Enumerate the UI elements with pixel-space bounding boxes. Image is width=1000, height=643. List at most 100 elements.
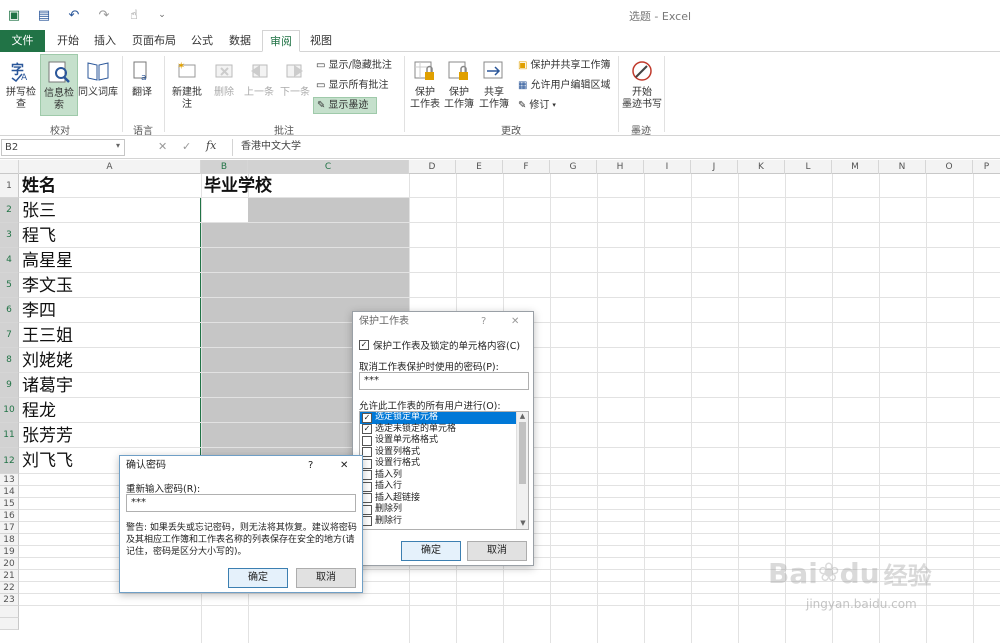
allow-edit-ranges-button[interactable]: ▦ 允许用户编辑区域 — [518, 77, 618, 94]
row-header[interactable]: 18 — [0, 534, 19, 546]
scroll-thumb[interactable] — [519, 422, 526, 484]
permission-option[interactable]: ✓ 选定未锁定的单元格 — [360, 424, 516, 436]
permission-option[interactable]: 插入超链接 — [360, 493, 516, 505]
row-header[interactable]: 9 — [0, 373, 19, 398]
row-header[interactable]: 13 — [0, 474, 19, 486]
checkbox-unchecked-icon[interactable] — [362, 470, 372, 481]
next-comment-button[interactable]: 下一条 — [278, 54, 312, 114]
row-header[interactable]: 10 — [0, 398, 19, 423]
row-header[interactable]: 12 — [0, 448, 19, 474]
track-changes-button[interactable]: ✎ 修订 ▾ — [518, 97, 578, 114]
row-header[interactable] — [0, 606, 19, 618]
col-header-f[interactable]: F — [503, 160, 550, 174]
ok-button[interactable]: 确定 — [401, 541, 461, 561]
research-button[interactable]: 信息检索 — [40, 54, 78, 116]
col-header-d[interactable]: D — [409, 160, 456, 174]
checkbox-unchecked-icon[interactable] — [362, 516, 372, 527]
tab-data[interactable]: 数据 — [224, 30, 256, 52]
row-header[interactable]: 7 — [0, 323, 19, 348]
protect-share-button[interactable]: ▣ 保护并共享工作簿 — [518, 57, 618, 74]
col-header-o[interactable]: O — [926, 160, 973, 174]
row-header[interactable]: 14 — [0, 486, 19, 498]
list-scrollbar[interactable]: ▲ ▼ — [516, 412, 528, 529]
password-input[interactable]: *** — [359, 372, 529, 390]
row-header[interactable]: 8 — [0, 348, 19, 373]
tab-page-layout[interactable]: 页面布局 — [128, 30, 180, 52]
col-header-k[interactable]: K — [738, 160, 785, 174]
cell-a6[interactable]: 李四 — [19, 299, 56, 323]
protect-contents-checkbox[interactable]: ✓ 保护工作表及锁定的单元格内容(C) — [359, 338, 531, 352]
close-icon[interactable]: ✕ — [511, 312, 519, 332]
cancel-button[interactable]: 取消 — [296, 568, 356, 588]
select-all-corner[interactable] — [0, 160, 19, 174]
protect-sheet-button[interactable]: 保护 工作表 — [408, 54, 442, 114]
undo-icon[interactable]: ↶ — [64, 5, 84, 25]
translate-button[interactable]: a 翻译 — [126, 54, 158, 114]
tab-view[interactable]: 视图 — [305, 30, 337, 52]
col-header-a[interactable]: A — [19, 160, 201, 174]
row-header[interactable]: 22 — [0, 582, 19, 594]
permission-option[interactable]: ✓ 选定锁定单元格 — [360, 412, 516, 424]
tab-file[interactable]: 文件 — [0, 30, 45, 52]
row-header[interactable]: 21 — [0, 570, 19, 582]
row-header[interactable]: 6 — [0, 298, 19, 323]
help-icon[interactable]: ? — [481, 312, 486, 332]
formula-input[interactable]: 香港中文大学 — [232, 139, 998, 156]
checkbox-unchecked-icon[interactable] — [362, 435, 372, 446]
col-header-c[interactable]: C — [248, 160, 409, 174]
delete-comment-button[interactable]: 删除 — [208, 54, 240, 114]
col-header-l[interactable]: L — [785, 160, 832, 174]
row-header[interactable]: 19 — [0, 546, 19, 558]
row-header[interactable]: 3 — [0, 223, 19, 248]
col-header-b[interactable]: B — [201, 160, 248, 174]
row-header[interactable]: 5 — [0, 273, 19, 298]
col-header-n[interactable]: N — [879, 160, 926, 174]
permission-option[interactable]: 删除行 — [360, 516, 516, 528]
redo-icon[interactable]: ↷ — [94, 5, 114, 25]
row-header[interactable]: 17 — [0, 522, 19, 534]
checkbox-unchecked-icon[interactable] — [362, 504, 372, 515]
permission-option[interactable]: 设置单元格格式 — [360, 435, 516, 447]
scroll-down-icon[interactable]: ▼ — [517, 519, 528, 529]
prev-comment-button[interactable]: 上一条 — [242, 54, 276, 114]
insert-function-icon[interactable]: fx — [206, 139, 216, 152]
help-icon[interactable]: ? — [308, 456, 313, 476]
permission-option[interactable]: 删除列 — [360, 504, 516, 516]
spelling-button[interactable]: 字A 拼写检查 — [2, 54, 40, 114]
row-header[interactable]: 2 — [0, 198, 19, 223]
show-all-comments-button[interactable]: ▭ 显示所有批注 — [316, 77, 406, 94]
scroll-up-icon[interactable]: ▲ — [517, 412, 528, 422]
row-header[interactable]: 1 — [0, 174, 19, 198]
checkbox-unchecked-icon[interactable] — [362, 493, 372, 504]
checkbox-unchecked-icon[interactable] — [362, 447, 372, 458]
tab-review[interactable]: 审阅 — [262, 30, 300, 52]
col-header-p[interactable]: P — [973, 160, 1000, 174]
tab-formulas[interactable]: 公式 — [186, 30, 218, 52]
row-header[interactable]: 4 — [0, 248, 19, 273]
touch-mode-icon[interactable]: ☝ — [124, 5, 144, 25]
row-header[interactable]: 11 — [0, 423, 19, 448]
cell-a5[interactable]: 李文玉 — [19, 274, 73, 298]
show-hide-comment-button[interactable]: ▭ 显示/隐藏批注 — [316, 57, 406, 74]
checkbox-unchecked-icon[interactable] — [362, 458, 372, 469]
close-icon[interactable]: ✕ — [340, 456, 348, 476]
customize-qat-icon[interactable]: ⌄ — [152, 5, 172, 25]
cell-a8[interactable]: 刘姥姥 — [19, 349, 73, 373]
thesaurus-button[interactable]: 同义词库 — [78, 54, 118, 114]
checkbox-unchecked-icon[interactable] — [362, 481, 372, 492]
start-inking-button[interactable]: 开始 墨迹书写 — [622, 54, 662, 114]
cell-c1[interactable]: 毕业学校 — [201, 175, 272, 198]
row-header[interactable] — [0, 618, 19, 630]
cell-a7[interactable]: 王三姐 — [19, 324, 73, 348]
row-header[interactable]: 23 — [0, 594, 19, 606]
row-header[interactable]: 15 — [0, 498, 19, 510]
col-header-e[interactable]: E — [456, 160, 503, 174]
enter-icon[interactable]: ✓ — [182, 140, 191, 153]
cancel-button[interactable]: 取消 — [467, 541, 527, 561]
protect-workbook-button[interactable]: 保护 工作簿 — [442, 54, 476, 114]
name-box[interactable]: B2 — [1, 139, 125, 156]
permission-option[interactable]: 设置列格式 — [360, 447, 516, 459]
col-header-m[interactable]: M — [832, 160, 879, 174]
permission-option[interactable]: 插入列 — [360, 470, 516, 482]
permissions-list[interactable]: ✓ 选定锁定单元格 ✓ 选定未锁定的单元格 设置单元格格式 设置列格式 设置行格式 插入列 插入… — [359, 411, 529, 530]
